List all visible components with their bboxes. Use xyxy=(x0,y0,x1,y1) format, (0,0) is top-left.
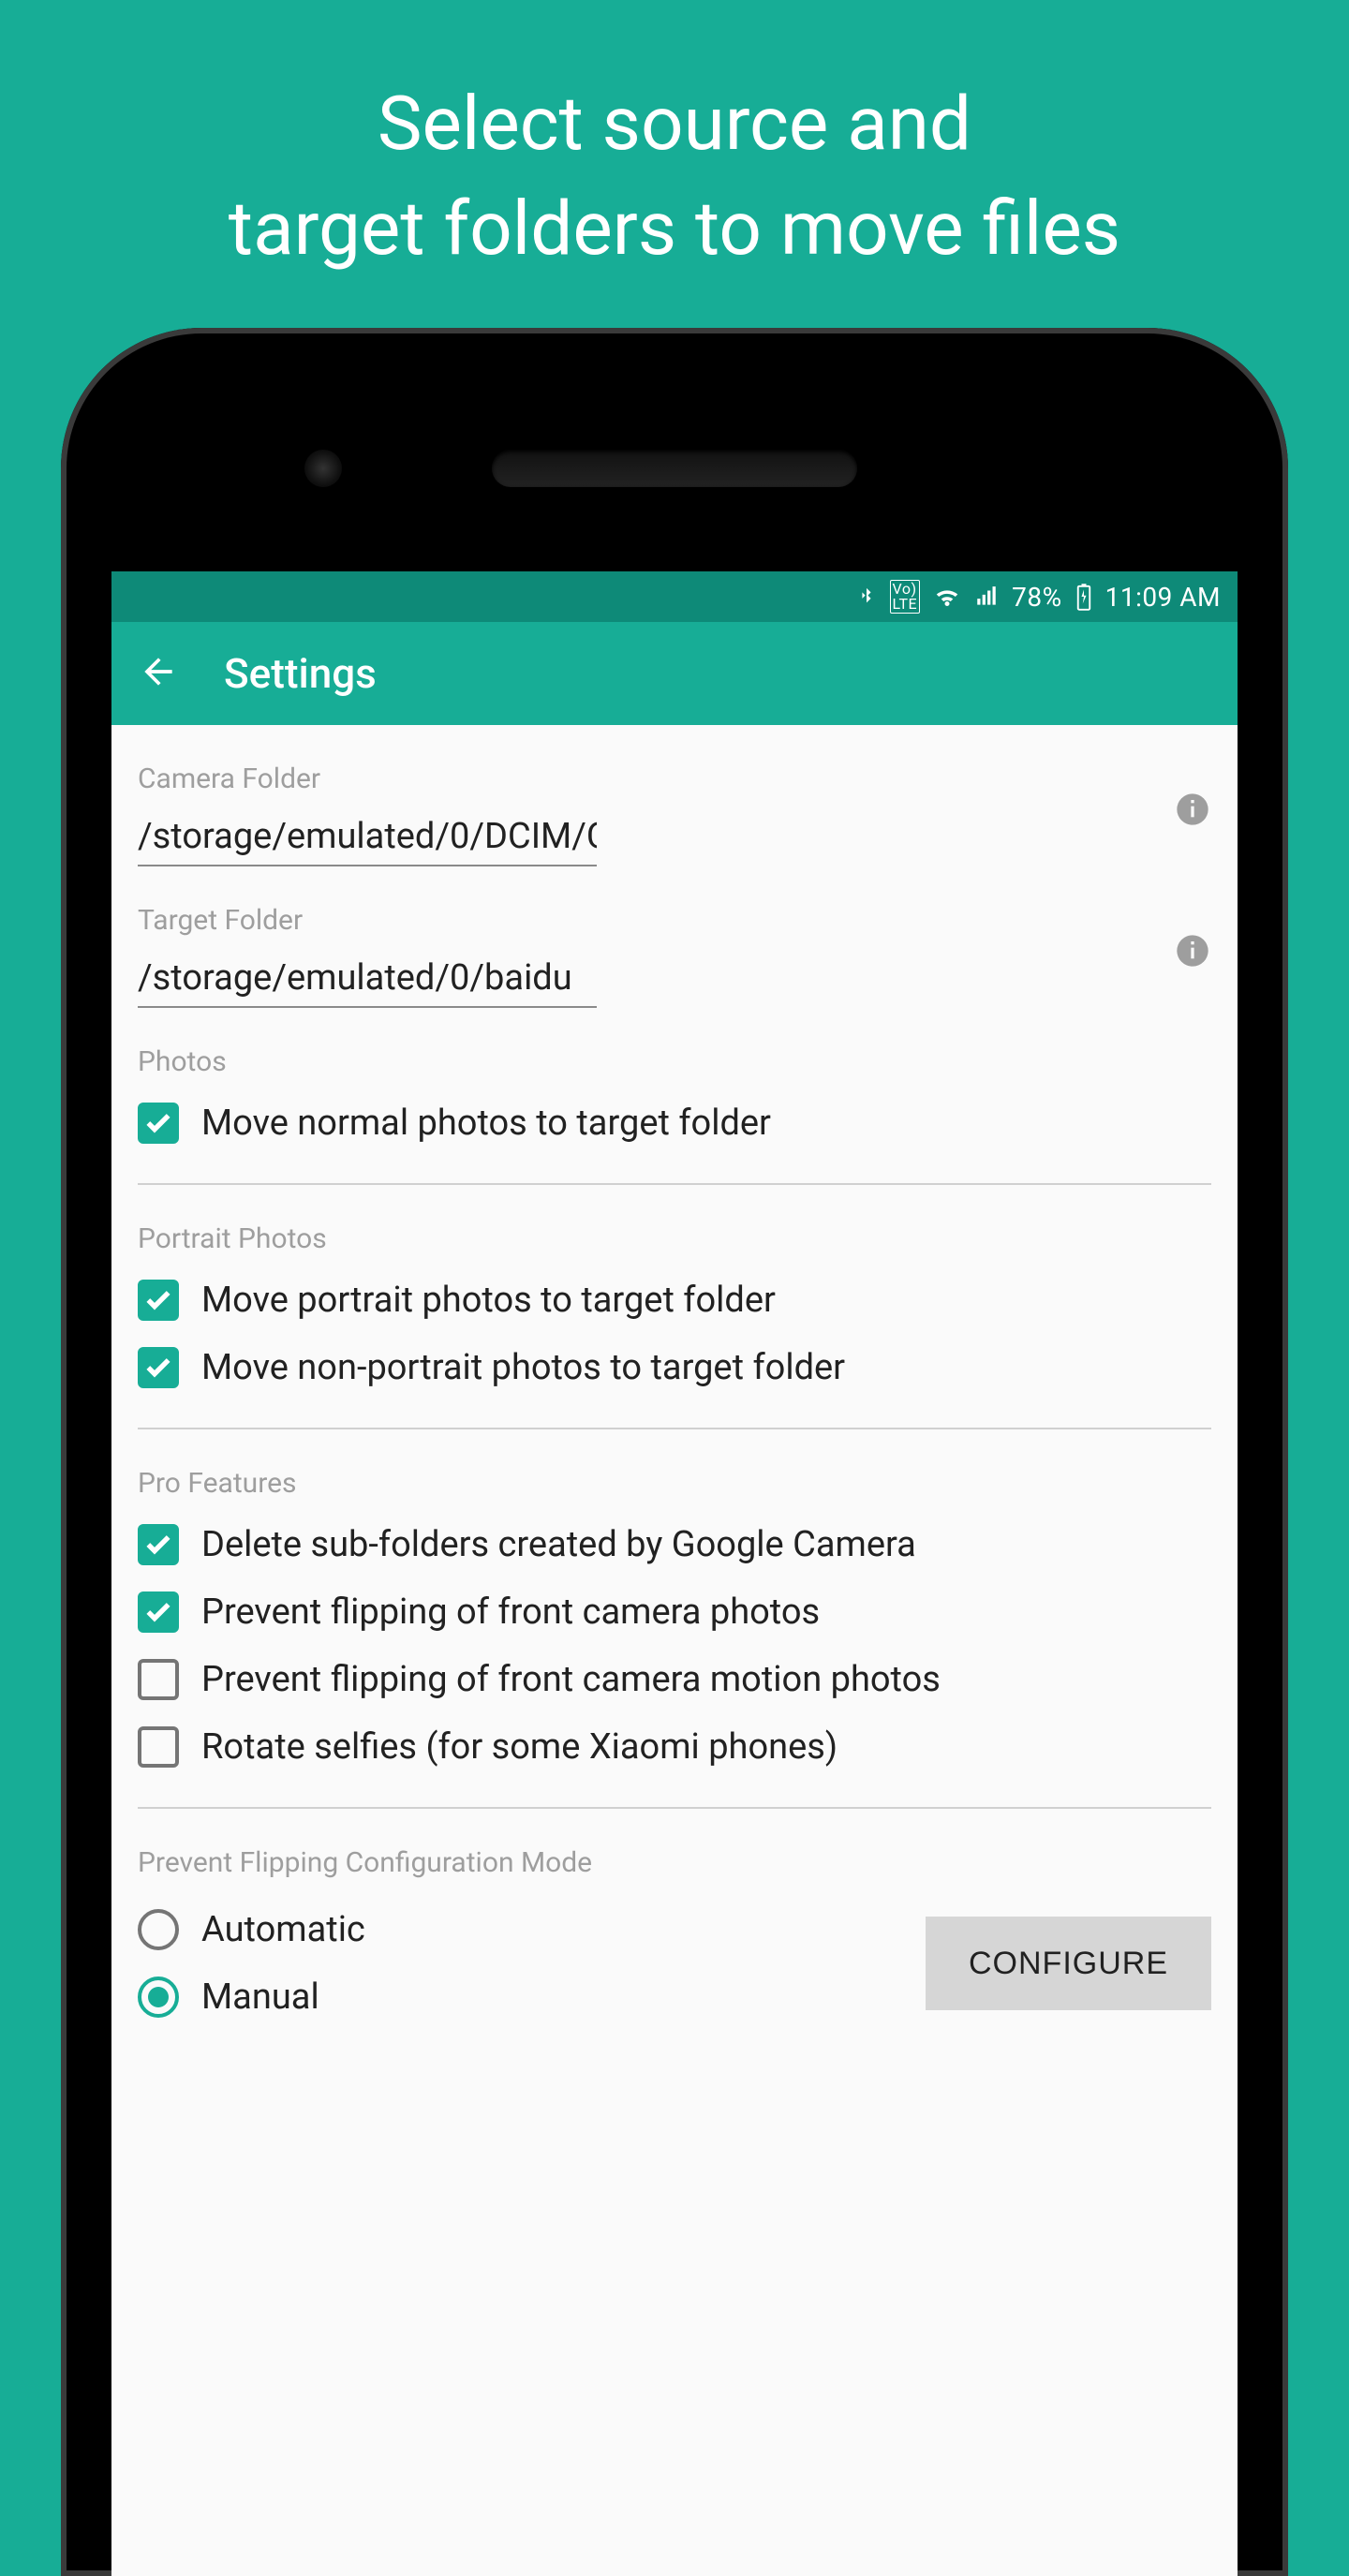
flip-mode-automatic-label: Automatic xyxy=(201,1909,365,1950)
volte-icon: Vo)LTE xyxy=(890,580,921,614)
rotate-selfies-row[interactable]: Rotate selfies (for some Xiaomi phones) xyxy=(138,1713,1211,1781)
phone-camera-dot xyxy=(304,450,342,487)
battery-percent: 78% xyxy=(1012,582,1061,613)
settings-content: Camera Folder Target Folder xyxy=(111,725,1238,2031)
app-bar: Settings xyxy=(111,622,1238,725)
delete-subfolders-checkbox[interactable] xyxy=(138,1524,179,1565)
wifi-icon xyxy=(933,583,961,611)
flip-mode-heading: Prevent Flipping Configuration Mode xyxy=(138,1846,1211,1879)
back-button[interactable] xyxy=(138,651,179,696)
screen: Vo)LTE 78% 11:09 AM Settings xyxy=(111,571,1238,2576)
phone-speaker xyxy=(492,450,857,487)
page-title: Settings xyxy=(224,649,377,698)
move-portrait-checkbox[interactable] xyxy=(138,1280,179,1321)
prevent-flip-checkbox[interactable] xyxy=(138,1591,179,1633)
target-folder-section: Target Folder xyxy=(138,866,1211,1008)
battery-charging-icon xyxy=(1075,583,1092,611)
move-normal-photos-label: Move normal photos to target folder xyxy=(201,1103,771,1144)
move-portrait-row[interactable]: Move portrait photos to target folder xyxy=(138,1266,1211,1334)
prevent-flip-row[interactable]: Prevent flipping of front camera photos xyxy=(138,1578,1211,1646)
signal-icon xyxy=(974,585,999,609)
delete-subfolders-label: Delete sub-folders created by Google Cam… xyxy=(201,1524,916,1565)
flip-mode-automatic-radio[interactable] xyxy=(138,1909,179,1950)
flip-mode-manual-label: Manual xyxy=(201,1976,319,2018)
portrait-heading: Portrait Photos xyxy=(138,1222,1211,1255)
move-non-portrait-label: Move non-portrait photos to target folde… xyxy=(201,1347,845,1388)
flip-mode-manual-row[interactable]: Manual xyxy=(138,1963,907,2031)
move-non-portrait-row[interactable]: Move non-portrait photos to target folde… xyxy=(138,1334,1211,1401)
phone-top xyxy=(61,328,1288,571)
target-folder-label: Target Folder xyxy=(138,904,1159,937)
move-normal-photos-checkbox[interactable] xyxy=(138,1103,179,1144)
camera-folder-label: Camera Folder xyxy=(138,762,1159,795)
promo-line-2: target folders to move files xyxy=(0,176,1349,281)
info-icon[interactable] xyxy=(1174,932,1211,970)
prevent-flip-motion-checkbox[interactable] xyxy=(138,1659,179,1700)
move-portrait-label: Move portrait photos to target folder xyxy=(201,1280,776,1321)
camera-folder-input[interactable] xyxy=(138,807,597,866)
pro-heading: Pro Features xyxy=(138,1467,1211,1500)
info-icon[interactable] xyxy=(1174,791,1211,828)
delete-subfolders-row[interactable]: Delete sub-folders created by Google Cam… xyxy=(138,1511,1211,1578)
promo-line-1: Select source and xyxy=(0,71,1349,176)
photos-heading: Photos xyxy=(138,1045,1211,1078)
move-non-portrait-checkbox[interactable] xyxy=(138,1347,179,1388)
rotate-selfies-checkbox[interactable] xyxy=(138,1726,179,1768)
target-folder-input[interactable] xyxy=(138,948,597,1008)
photos-section: Photos Move normal photos to target fold… xyxy=(138,1008,1211,1185)
phone-frame: Vo)LTE 78% 11:09 AM Settings xyxy=(61,328,1288,2576)
status-bar: Vo)LTE 78% 11:09 AM xyxy=(111,571,1238,622)
flip-mode-manual-radio[interactable] xyxy=(138,1976,179,2018)
prevent-flip-motion-row[interactable]: Prevent flipping of front camera motion … xyxy=(138,1646,1211,1713)
bluetooth-icon xyxy=(856,583,877,611)
configure-button[interactable]: CONFIGURE xyxy=(926,1917,1211,2010)
flip-mode-section: Prevent Flipping Configuration Mode Auto… xyxy=(138,1809,1211,2031)
flip-mode-automatic-row[interactable]: Automatic xyxy=(138,1896,907,1963)
portrait-photos-section: Portrait Photos Move portrait photos to … xyxy=(138,1185,1211,1429)
pro-features-section: Pro Features Delete sub-folders created … xyxy=(138,1429,1211,1809)
promo-heading: Select source and target folders to move… xyxy=(0,0,1349,281)
prevent-flip-label: Prevent flipping of front camera photos xyxy=(201,1591,820,1633)
move-normal-photos-row[interactable]: Move normal photos to target folder xyxy=(138,1089,1211,1157)
rotate-selfies-label: Rotate selfies (for some Xiaomi phones) xyxy=(201,1726,838,1768)
prevent-flip-motion-label: Prevent flipping of front camera motion … xyxy=(201,1659,941,1700)
arrow-left-icon xyxy=(138,651,179,692)
camera-folder-section: Camera Folder xyxy=(138,725,1211,866)
clock: 11:09 AM xyxy=(1105,582,1221,613)
